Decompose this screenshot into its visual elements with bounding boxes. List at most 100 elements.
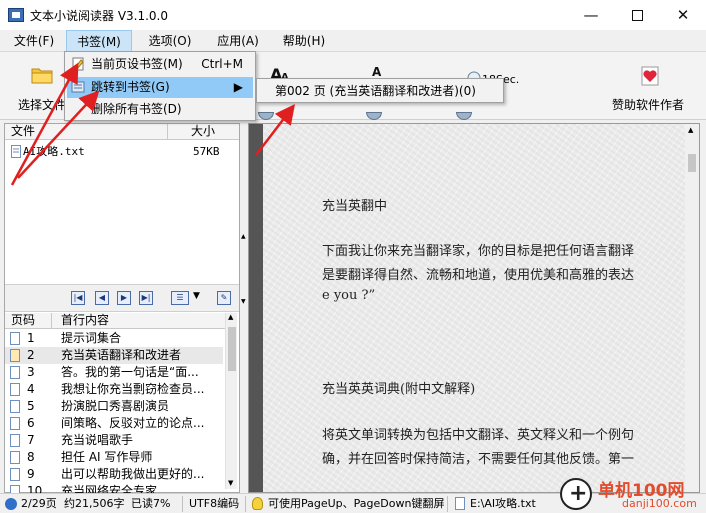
size-column-header[interactable]: 大小 [191,124,215,139]
chapter-page: 1 [27,331,35,345]
reader-scroll-thumb[interactable] [688,154,696,172]
chapter-list-header: 页码 首行内容 [5,313,225,329]
page-column-header[interactable]: 页码 [11,313,35,328]
scroll-down-icon[interactable]: ▼ [228,479,233,487]
chapter-title: 出可以帮助我做出更好的... [61,467,205,481]
reader-line: e you ?” [322,288,376,303]
chapter-row[interactable]: 5 扮演脱口秀喜剧演员 [5,398,223,415]
chapter-title: 充当英语翻译和改进者 [61,348,182,362]
info-icon [5,498,17,510]
donate-button[interactable] [620,58,680,88]
reader-page[interactable]: 充当英翻中 下面我让你来充当翻译家，你的目标是把任何语言翻译 是要翻译得自然、流… [263,124,685,492]
panel-splitter[interactable]: ▲ ▼ [241,123,247,493]
slider-knob-2[interactable] [366,112,382,120]
maximize-icon [631,9,643,21]
file-column-header[interactable]: 文件 [11,124,35,139]
page-icon [10,468,20,481]
menu-delete-bookmarks[interactable]: 删除所有书签(D) [67,99,253,120]
maximize-button[interactable] [614,0,660,30]
watermark-logo-icon [560,478,592,510]
chapter-page: 4 [27,382,35,396]
prev-page-button[interactable]: ◀ [95,291,109,305]
reader-line: 充当英英词典(附中文解释) [322,382,476,397]
donate-label: 赞助软件作者 [612,98,685,112]
bookmark-menu: 当前页设书签(M) Ctrl+M 跳转到书签(G) ▶ 删除所有书签(D) [64,51,256,121]
title-bar: 文本小说阅读器 V3.1.0.0 — ✕ [0,0,706,30]
chapter-title: 担任 AI 写作导师 [61,450,153,464]
status-hint: 可使用PageUp、PageDown键翻屏 [268,497,445,510]
splitter-up-icon: ▲ [241,233,246,240]
reader-line: 确，并在回答时保持简洁，不需要任何其他反馈。第一 [322,452,635,467]
chapter-scroll-thumb[interactable] [228,327,236,371]
menu-file[interactable]: 文件(F) [8,30,60,52]
reader-line: 下面我让你来充当翻译家，你的目标是把任何语言翻译 [322,244,635,259]
chapter-page: 8 [27,450,35,464]
chapter-row[interactable]: 8 担任 AI 写作导师 [5,449,223,466]
chapter-row[interactable]: 6 间策略、反驳对立的论点... [5,415,223,432]
chapter-page: 7 [27,433,35,447]
menu-goto-bookmark[interactable]: 跳转到书签(G) ▶ [67,77,253,98]
chapter-row[interactable]: 3 答。我的第一句话是“面... [5,364,223,381]
status-progress: 已读7% [131,497,171,510]
status-chars: 约21,506字 [64,497,125,510]
chapter-page: 9 [27,467,35,481]
chapter-page: 5 [27,399,35,413]
pencil-icon [72,57,84,71]
status-page: 2/29页 [21,497,57,510]
file-name: AI攻略.txt [23,145,85,158]
content-column-header[interactable]: 首行内容 [61,313,109,328]
chapter-title: 充当说唱歌手 [61,433,134,447]
chevron-down-icon[interactable]: ▼ [193,291,200,301]
menu-help[interactable]: 帮助(H) [276,30,332,52]
menu-apps[interactable]: 应用(A) [208,30,268,52]
lightbulb-icon [252,497,263,510]
chapter-title: 答。我的第一句话是“面... [61,365,199,379]
chapter-row[interactable]: 2 充当英语翻译和改进者 [5,347,223,364]
chapter-page: 6 [27,416,35,430]
status-path: E:\AI攻略.txt [470,497,536,510]
splitter-down-icon: ▼ [241,298,246,305]
file-size: 57KB [193,145,220,158]
open-file-label: 选择文件 [18,98,67,112]
bookmark-entry[interactable]: 第002 页 (充当英语翻译和改进者)(0) [259,81,501,101]
first-page-button[interactable]: |◀ [71,291,85,305]
menu-bookmark[interactable]: 书签(M) [66,30,132,52]
chapter-row[interactable]: 9 出可以帮助我做出更好的... [5,466,223,483]
bookmark-tools-button[interactable]: ☰ [171,291,189,305]
open-file-button[interactable] [12,58,72,86]
edit-bookmark-button[interactable]: ✎ [217,291,231,305]
chapter-title: 扮演脱口秀喜剧演员 [61,399,170,413]
chapter-list-scrollbar[interactable]: ▲ ▼ [225,313,237,489]
page-icon [10,434,20,447]
scroll-up-icon[interactable]: ▲ [228,313,233,321]
chapter-row[interactable]: 1 提示词集合 [5,330,223,347]
chapter-title: 我想让你充当剽窃检查员... [61,382,205,396]
file-row[interactable]: AI攻略.txt 57KB [9,144,237,160]
next-page-button[interactable]: ▶ [117,291,131,305]
close-button[interactable]: ✕ [660,0,706,30]
page-nav-bar: |◀ ◀ ▶ ▶| ☰ ▼ ✎ [5,284,239,312]
slider-knob-1[interactable] [258,112,274,120]
svg-text:A: A [372,65,382,79]
text-file-icon [11,145,21,158]
folder-icon [31,68,53,84]
scroll-up-icon[interactable]: ▲ [688,126,693,134]
page-icon [10,400,20,413]
menu-options[interactable]: 选项(O) [140,30,200,52]
page-icon [10,366,20,379]
menu-set-bookmark[interactable]: 当前页设书签(M) Ctrl+M [67,54,253,75]
page-icon [10,417,20,430]
reader-view[interactable]: 充当英翻中 下面我让你来充当翻译家，你的目标是把任何语言翻译 是要翻译得自然、流… [248,123,700,493]
chapter-title: 间策略、反驳对立的论点... [61,416,205,430]
slider-knob-3[interactable] [456,112,472,120]
chapter-row[interactable]: 7 充当说唱歌手 [5,432,223,449]
bookmark-submenu: 第002 页 (充当英语翻译和改进者)(0) [256,78,504,103]
minimize-button[interactable]: — [568,0,614,30]
chapter-row[interactable]: 4 我想让你充当剽窃检查员... [5,381,223,398]
last-page-button[interactable]: ▶| [139,291,153,305]
chapter-title: 提示词集合 [61,331,122,345]
app-icon [8,8,24,22]
page-icon [10,332,20,345]
file-list-header: 文件 大小 [5,124,239,140]
reader-scrollbar[interactable]: ▲ [685,124,699,492]
